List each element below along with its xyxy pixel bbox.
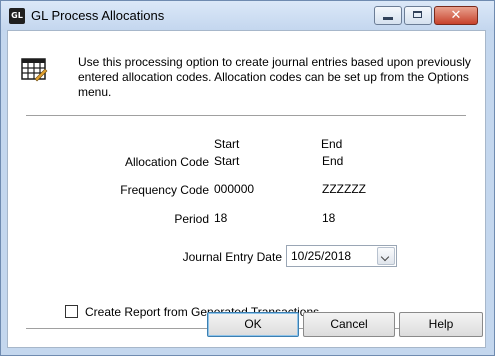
journal-entry-date-picker[interactable]: 10/25/2018 (286, 245, 397, 267)
journal-table-icon (21, 58, 48, 82)
help-button[interactable]: Help (399, 312, 483, 337)
window-title: GL Process Allocations (31, 8, 165, 23)
minimize-button[interactable] (374, 6, 402, 25)
top-divider (26, 115, 466, 116)
chevron-down-icon[interactable] (377, 247, 395, 265)
period-label: Period (174, 212, 209, 226)
cancel-button[interactable]: Cancel (303, 312, 395, 337)
period-end-input[interactable]: 18 (318, 207, 356, 229)
title-bar[interactable]: GL GL Process Allocations ✕ (1, 1, 494, 31)
info-description: Use this processing option to create jou… (78, 55, 471, 99)
end-column-header: End (321, 137, 343, 151)
allocation-code-start-input[interactable]: Start (210, 150, 296, 172)
journal-entry-date-label: Journal Entry Date (182, 250, 282, 264)
ok-button[interactable]: OK (207, 312, 299, 337)
allocation-code-label: Allocation Code (124, 155, 209, 169)
period-start-input[interactable]: 18 (210, 207, 248, 229)
create-report-checkbox[interactable] (65, 305, 78, 318)
start-column-header: Start (214, 137, 240, 151)
frequency-code-label: Frequency Code (120, 183, 209, 197)
journal-entry-date-value: 10/25/2018 (291, 249, 352, 263)
maximize-icon (413, 11, 422, 18)
frequency-code-end-input[interactable]: ZZZZZZ (318, 178, 404, 200)
gl-app-icon: GL (9, 8, 25, 24)
close-button[interactable]: ✕ (434, 6, 478, 25)
minimize-icon (383, 17, 393, 20)
frequency-code-start-input[interactable]: 000000 (210, 178, 296, 200)
close-icon: ✕ (450, 8, 462, 23)
dialog-content: Use this processing option to create jou… (7, 30, 486, 348)
allocation-code-end-input[interactable]: End (318, 150, 404, 172)
maximize-button[interactable] (404, 6, 432, 25)
